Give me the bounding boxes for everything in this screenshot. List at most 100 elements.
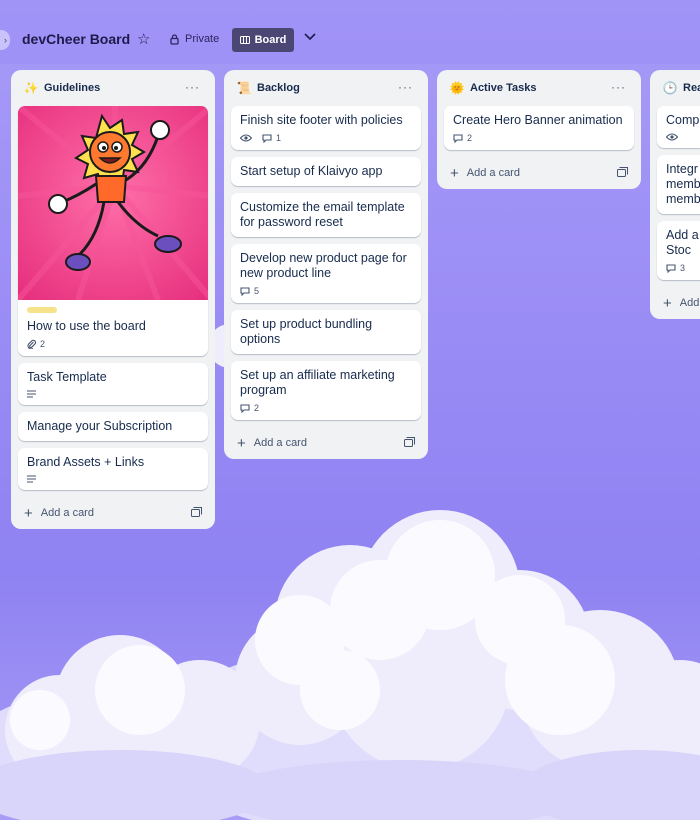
template-icon[interactable] xyxy=(404,437,415,447)
card-email-template[interactable]: Customize the email template for passwor… xyxy=(231,193,421,237)
card-title: Set up product bundling options xyxy=(240,317,373,346)
card-how-to-use[interactable]: How to use the board 2 xyxy=(18,106,208,356)
list-title: Backlog xyxy=(257,82,300,94)
add-card-button[interactable]: + Add a card xyxy=(444,157,634,189)
comment-icon xyxy=(453,133,463,143)
card-integr[interactable]: Integr memb memb xyxy=(657,155,700,214)
template-icon[interactable] xyxy=(191,507,202,517)
card-brand-assets[interactable]: Brand Assets + Links xyxy=(18,448,208,490)
card-title: How to use the board xyxy=(27,319,146,333)
card-title: Add a in Stoc xyxy=(666,228,700,257)
card-title: Comp xyxy=(666,113,700,127)
board-view-button[interactable]: Board xyxy=(232,28,294,52)
comment-badge: 3 xyxy=(666,263,685,273)
eye-icon xyxy=(240,134,252,142)
list-guidelines: ✨ Guidelines ··· How to use the board 2 … xyxy=(11,70,215,529)
list-header[interactable]: 📜 Backlog ··· xyxy=(231,70,421,106)
list-title: Guidelines xyxy=(44,82,101,94)
list-menu-button[interactable]: ··· xyxy=(185,80,200,94)
template-icon[interactable] xyxy=(617,167,628,177)
add-card-button[interactable]: + Add a card xyxy=(231,427,421,459)
board-title[interactable]: devCheer Board xyxy=(22,31,130,47)
plus-icon: + xyxy=(450,164,459,182)
list-header[interactable]: 🌞 Active Tasks ··· xyxy=(444,70,634,106)
list-backlog: 📜 Backlog ··· Finish site footer with po… xyxy=(224,70,428,459)
card-product-page[interactable]: Develop new product page for new product… xyxy=(231,244,421,303)
list-title: Rea xyxy=(683,82,700,94)
list-menu-button[interactable]: ··· xyxy=(398,80,413,94)
plus-icon: + xyxy=(24,504,33,522)
sun-mascot-illustration xyxy=(18,106,208,300)
comment-count: 2 xyxy=(467,133,473,143)
lock-icon xyxy=(170,33,179,45)
comment-badge: 2 xyxy=(240,403,259,413)
chevron-down-icon[interactable] xyxy=(302,28,318,46)
list-header[interactable]: 🕒 Rea xyxy=(657,70,700,106)
add-card-label: Add xyxy=(679,297,700,309)
add-card-label: Add a card xyxy=(253,437,307,449)
card-badges: 2 xyxy=(240,403,412,413)
card-hero-banner[interactable]: Create Hero Banner animation 2 xyxy=(444,106,634,150)
card-title: Customize the email template for passwor… xyxy=(240,200,405,229)
card-comp[interactable]: Comp xyxy=(657,106,700,148)
comment-badge: 2 xyxy=(453,133,472,143)
card-badges: 5 xyxy=(240,286,412,296)
scroll-icon: 📜 xyxy=(236,81,252,95)
card-title: Create Hero Banner animation xyxy=(453,113,623,127)
comment-icon xyxy=(240,286,250,296)
card-badges: 2 xyxy=(27,339,199,349)
card-affiliate-program[interactable]: Set up an affiliate marketing program 2 xyxy=(231,361,421,420)
card-badges: 3 xyxy=(666,263,700,273)
eye-icon xyxy=(666,133,678,141)
star-icon[interactable]: ☆ xyxy=(137,30,150,48)
card-footer-policies[interactable]: Finish site footer with policies 1 xyxy=(231,106,421,150)
card-add-stock[interactable]: Add a in Stoc 3 xyxy=(657,221,700,280)
add-card-button[interactable]: + Add a card xyxy=(18,497,208,529)
card-badges xyxy=(666,133,700,141)
sidebar-expand-button[interactable]: › xyxy=(0,30,10,50)
description-icon xyxy=(27,390,36,398)
add-card-button[interactable]: + Add xyxy=(657,287,700,319)
add-card-label: Add a card xyxy=(40,507,94,519)
comment-count: 3 xyxy=(680,263,686,273)
card-title: Finish site footer with policies xyxy=(240,113,403,127)
comment-icon xyxy=(262,133,272,143)
comment-badge: 1 xyxy=(262,133,281,143)
card-badges xyxy=(27,475,199,483)
comment-count: 5 xyxy=(254,286,260,296)
list-menu-button[interactable]: ··· xyxy=(611,80,626,94)
visibility-button[interactable]: Private xyxy=(170,33,219,45)
board-view-icon xyxy=(239,36,250,44)
clock-icon: 🕒 xyxy=(662,81,678,95)
sun-icon: 🌞 xyxy=(449,81,465,95)
comment-icon xyxy=(666,263,676,273)
description-icon xyxy=(27,475,36,483)
card-klaviyo-setup[interactable]: Start setup of Klaivyo app xyxy=(231,157,421,186)
list-header[interactable]: ✨ Guidelines ··· xyxy=(18,70,208,106)
attachment-count: 2 xyxy=(40,339,46,349)
comment-badge: 5 xyxy=(240,286,259,296)
list-ready: 🕒 Rea Comp Integr memb memb Add a in Sto… xyxy=(650,70,700,319)
add-card-label: Add a card xyxy=(466,167,520,179)
card-badges: 1 xyxy=(240,133,412,143)
card-title: Brand Assets + Links xyxy=(27,455,145,469)
card-task-template[interactable]: Task Template xyxy=(18,363,208,405)
card-cover-image xyxy=(18,106,208,300)
board-view-label: Board xyxy=(254,34,287,46)
card-manage-subscription[interactable]: Manage your Subscription xyxy=(18,412,208,441)
board-header: › devCheer Board ☆ Private Board xyxy=(0,0,700,64)
card-badges xyxy=(27,390,199,398)
comment-icon xyxy=(240,403,250,413)
card-title: Task Template xyxy=(27,370,107,384)
list-title: Active Tasks xyxy=(470,82,537,94)
card-product-bundling[interactable]: Set up product bundling options xyxy=(231,310,421,354)
card-title: Start setup of Klaivyo app xyxy=(240,164,383,178)
comment-count: 1 xyxy=(276,133,282,143)
plus-icon: + xyxy=(237,434,246,452)
card-label-yellow[interactable] xyxy=(27,307,57,313)
comment-count: 2 xyxy=(254,403,260,413)
plus-icon: + xyxy=(663,294,672,312)
list-active-tasks: 🌞 Active Tasks ··· Create Hero Banner an… xyxy=(437,70,641,189)
card-title: Manage your Subscription xyxy=(27,419,173,433)
paperclip-icon xyxy=(27,339,36,349)
